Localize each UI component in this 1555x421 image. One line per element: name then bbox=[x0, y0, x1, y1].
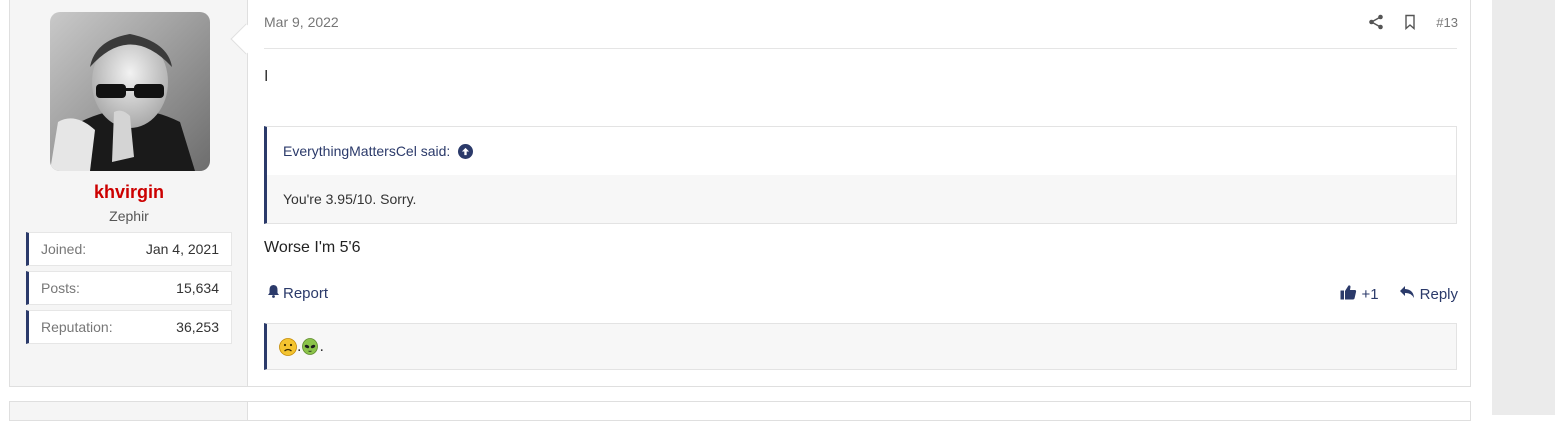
forum-post: khvirgin Zephir Joined: Jan 4, 2021 Post… bbox=[9, 0, 1471, 387]
frowning-face-emoji bbox=[279, 337, 297, 356]
stat-posts: Posts: 15,634 bbox=[26, 271, 232, 305]
next-post-partial bbox=[9, 401, 1471, 421]
stat-reputation: Reputation: 36,253 bbox=[26, 310, 232, 344]
like-button[interactable]: +1 bbox=[1340, 284, 1379, 304]
next-post-user-panel bbox=[10, 402, 248, 420]
stat-label: Joined: bbox=[41, 241, 87, 257]
stat-value: Jan 4, 2021 bbox=[145, 241, 219, 257]
reply-label: Reply bbox=[1419, 285, 1458, 303]
user-title: Zephir bbox=[109, 208, 149, 224]
quote-block: EverythingMattersCel said: You're 3.95/1… bbox=[264, 126, 1457, 224]
thumbs-up-icon bbox=[1340, 284, 1357, 304]
post-reply-text: Worse I'm 5'6 bbox=[264, 239, 361, 256]
user-signature: . . bbox=[264, 323, 1457, 370]
share-icon[interactable] bbox=[1368, 14, 1384, 30]
post-top-actions: #13 bbox=[1368, 12, 1458, 32]
bookmark-icon[interactable] bbox=[1402, 14, 1418, 31]
quote-author[interactable]: EverythingMattersCel said: bbox=[283, 143, 450, 159]
stat-joined: Joined: Jan 4, 2021 bbox=[26, 232, 232, 266]
post-number-link[interactable]: #13 bbox=[1436, 15, 1458, 30]
header-divider bbox=[264, 48, 1457, 49]
reply-icon bbox=[1399, 285, 1415, 303]
report-label: Report bbox=[283, 284, 329, 302]
avatar[interactable] bbox=[50, 12, 210, 171]
post-content: Mar 9, 2022 #13 I EverythingMattersCel s… bbox=[264, 0, 1458, 386]
arrow-up-circle-icon[interactable] bbox=[458, 143, 474, 159]
quote-header: EverythingMattersCel said: bbox=[267, 127, 1456, 175]
reply-button[interactable]: Reply bbox=[1399, 285, 1458, 303]
user-info-panel: khvirgin Zephir Joined: Jan 4, 2021 Post… bbox=[10, 0, 248, 386]
signature-end: . bbox=[319, 337, 324, 355]
post-date[interactable]: Mar 9, 2022 bbox=[264, 14, 339, 30]
bell-icon bbox=[267, 284, 280, 302]
page-right-gutter bbox=[1492, 0, 1555, 415]
report-button[interactable]: Report bbox=[267, 284, 328, 302]
stat-value: 15,634 bbox=[176, 280, 219, 296]
post-text-line: I bbox=[264, 68, 269, 85]
stat-label: Posts: bbox=[41, 280, 80, 296]
reaction-count: +1 bbox=[1361, 285, 1379, 303]
avatar-image bbox=[50, 12, 210, 171]
stat-value: 36,253 bbox=[176, 319, 219, 335]
alien-emoji bbox=[301, 337, 319, 356]
quote-text: You're 3.95/10. Sorry. bbox=[267, 175, 1456, 223]
username[interactable]: khvirgin bbox=[10, 182, 248, 203]
post-reactions: +1 Reply bbox=[1340, 284, 1458, 304]
stat-label: Reputation: bbox=[41, 319, 113, 335]
